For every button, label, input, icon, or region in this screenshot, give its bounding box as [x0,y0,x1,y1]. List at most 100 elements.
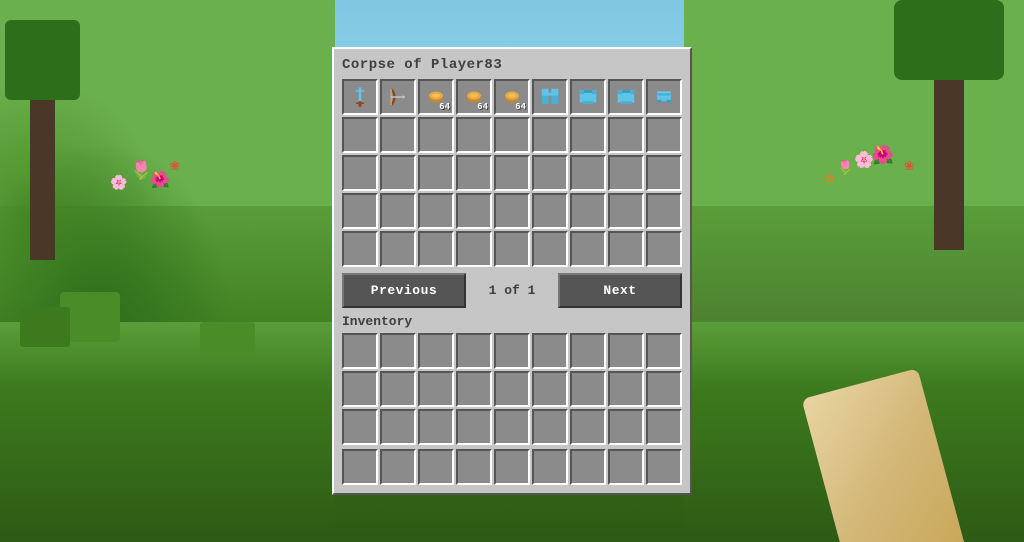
player-inv-slot[interactable] [456,333,492,369]
player-inv-slot[interactable] [418,333,454,369]
player-inventory-grid: document.currentScript.insertAdjacentHTM… [342,333,682,445]
leggings-icon [539,86,561,108]
corpse-slot-empty[interactable] [418,231,454,267]
hotbar-slot[interactable] [532,449,568,485]
player-inv-slot[interactable] [608,371,644,407]
player-inv-slot[interactable] [570,333,606,369]
player-inv-slot[interactable] [646,409,682,445]
corpse-slot-empty[interactable] [570,231,606,267]
corpse-slot-empty[interactable] [494,231,530,267]
corpse-slot-empty[interactable] [380,155,416,191]
player-inv-slot[interactable] [456,409,492,445]
flower-r3: 🌷 [837,160,854,177]
hotbar-slot[interactable] [418,449,454,485]
corpse-slot-8[interactable] [646,79,682,115]
tree-leaves-1 [5,20,80,100]
hotbar-slot[interactable] [608,449,644,485]
flower-3: 🌸 [110,175,127,192]
player-inv-slot[interactable] [418,371,454,407]
corpse-slot-empty[interactable] [608,155,644,191]
corpse-slot-empty[interactable] [418,117,454,153]
player-inv-slot[interactable] [456,371,492,407]
corpse-slot-6[interactable] [570,79,606,115]
player-inv-slot[interactable] [570,371,606,407]
corpse-slot-empty[interactable] [494,193,530,229]
player-inv-slot[interactable] [608,409,644,445]
corpse-slot-empty[interactable] [342,155,378,191]
corpse-slot-empty[interactable] [380,231,416,267]
corpse-slot-empty[interactable] [456,231,492,267]
player-inv-slot[interactable] [532,371,568,407]
corpse-slot-empty[interactable] [380,193,416,229]
corpse-slot-empty[interactable] [646,155,682,191]
player-inv-slot[interactable] [494,333,530,369]
hotbar-slot[interactable] [646,449,682,485]
corpse-slot-empty[interactable] [456,117,492,153]
corpse-slot-empty[interactable] [570,193,606,229]
corpse-slot-2-count: 64 [439,102,450,112]
corpse-slot-4-count: 64 [515,102,526,112]
corpse-slot-7[interactable] [608,79,644,115]
player-inv-slot[interactable] [532,409,568,445]
corpse-slot-empty[interactable] [608,117,644,153]
corpse-slot-empty[interactable] [532,155,568,191]
next-button[interactable]: Next [558,273,682,308]
corpse-slot-empty[interactable] [342,193,378,229]
corpse-slot-empty[interactable] [342,117,378,153]
corpse-slot-empty[interactable] [418,155,454,191]
previous-button[interactable]: Previous [342,273,466,308]
hotbar-slot[interactable] [342,449,378,485]
dirt-block-3 [200,322,255,357]
corpse-slot-empty[interactable] [342,231,378,267]
player-inv-slot[interactable] [494,371,530,407]
corpse-slot-empty[interactable] [494,117,530,153]
player-inv-slot[interactable] [570,409,606,445]
navigation-row: Previous 1 of 1 Next [342,273,682,308]
corpse-slot-empty[interactable] [456,193,492,229]
page-indicator: 1 of 1 [470,283,554,298]
corpse-slot-empty[interactable] [456,155,492,191]
player-inv-slot[interactable] [342,333,378,369]
corpse-slot-empty[interactable] [532,231,568,267]
corpse-slot-5[interactable] [532,79,568,115]
left-scene: 🌷 🌺 🌸 ❀ [0,0,335,542]
chestplate-icon-2 [615,86,637,108]
player-inv-slot[interactable] [608,333,644,369]
corpse-slot-empty[interactable] [570,155,606,191]
player-inv-slot[interactable] [494,409,530,445]
corpse-slot-empty[interactable] [380,117,416,153]
corpse-slot-empty[interactable] [570,117,606,153]
corpse-slot-empty[interactable] [608,231,644,267]
hotbar-slot[interactable] [380,449,416,485]
corpse-slot-empty[interactable] [646,193,682,229]
hotbar-slot[interactable] [570,449,606,485]
player-inv-slot[interactable] [418,409,454,445]
corpse-slot-empty[interactable] [494,155,530,191]
player-inv-slot[interactable] [646,333,682,369]
player-inv-slot[interactable] [342,409,378,445]
corpse-slot-empty[interactable] [532,117,568,153]
inventory-label: Inventory [342,314,682,329]
corpse-slot-empty[interactable] [608,193,644,229]
corpse-slot-empty[interactable] [532,193,568,229]
flower-r4: ❀ [904,155,914,175]
corpse-slot-empty[interactable] [646,117,682,153]
player-inv-slot[interactable] [380,333,416,369]
corpse-slot-empty[interactable] [418,193,454,229]
ground-left [0,322,335,542]
player-inv-slot[interactable] [380,409,416,445]
corpse-slot-0[interactable] [342,79,378,115]
player-inv-slot[interactable] [380,371,416,407]
corpse-slot-4[interactable]: 64 [494,79,530,115]
hotbar-slot[interactable] [456,449,492,485]
flower-r5: ✿ [826,170,834,187]
hotbar-slot[interactable] [494,449,530,485]
player-inv-slot[interactable] [342,371,378,407]
corpse-slot-empty[interactable] [646,231,682,267]
corpse-slot-3[interactable]: 64 [456,79,492,115]
corpse-slot-1[interactable] [380,79,416,115]
player-inv-slot[interactable] [532,333,568,369]
hotbar: document.currentScript.insertAdjacentHTM… [342,449,682,485]
corpse-slot-2[interactable]: 64 [418,79,454,115]
player-inv-slot[interactable] [646,371,682,407]
